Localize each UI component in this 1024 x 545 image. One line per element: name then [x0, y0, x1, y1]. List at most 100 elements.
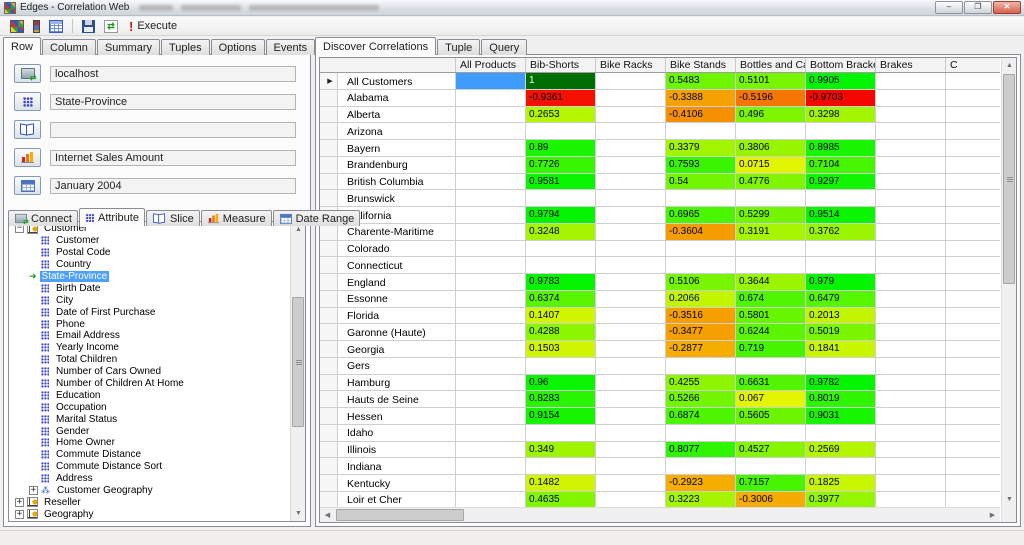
cell-bottom-brackets[interactable]: 0.9905 — [806, 73, 876, 90]
slice-button[interactable] — [14, 120, 41, 139]
cell-bottles-and-cages[interactable]: 0.5605 — [736, 408, 806, 425]
cell-bib-shorts[interactable]: 0.9794 — [526, 207, 596, 224]
grid-vertical-scrollbar[interactable]: ▲ ▼ — [1001, 58, 1016, 522]
tree-item-employee[interactable]: +Employee — [13, 520, 289, 521]
row-header-label[interactable]: Kentucky — [338, 475, 456, 492]
column-header-bike-racks[interactable]: Bike Racks — [596, 58, 666, 72]
tree-item-home-owner[interactable]: Home Owner — [13, 437, 289, 449]
cell-c[interactable] — [946, 475, 1000, 492]
row-indicator[interactable] — [320, 224, 338, 241]
row-header-label[interactable]: Illinois — [338, 442, 456, 459]
row-indicator[interactable] — [320, 123, 338, 140]
cell-bottom-brackets[interactable]: 0.8019 — [806, 391, 876, 408]
cell-bike-stands[interactable]: -0.3604 — [666, 224, 736, 241]
cell-bib-shorts[interactable]: 0.9581 — [526, 174, 596, 191]
cell-bike-stands[interactable] — [666, 425, 736, 442]
cell-bike-racks[interactable] — [596, 107, 666, 124]
tree-item-postal-code[interactable]: Postal Code — [13, 247, 289, 259]
cell-bottom-brackets[interactable] — [806, 241, 876, 258]
cell-c[interactable] — [946, 90, 1000, 107]
row-header-label[interactable]: Indiana — [338, 458, 456, 475]
row-header-label[interactable]: Colorado — [338, 241, 456, 258]
cell-bike-racks[interactable] — [596, 140, 666, 157]
cell-bike-racks[interactable] — [596, 274, 666, 291]
cell-brakes[interactable] — [876, 140, 946, 157]
cell-all-products[interactable] — [456, 157, 526, 174]
cell-bib-shorts[interactable]: 0.9783 — [526, 274, 596, 291]
row-indicator[interactable] — [320, 358, 338, 375]
cell-c[interactable] — [946, 358, 1000, 375]
cell-bottom-brackets[interactable]: 0.3977 — [806, 492, 876, 507]
tree-scroll-thumb[interactable] — [292, 297, 304, 427]
cell-bike-racks[interactable] — [596, 391, 666, 408]
row-indicator[interactable] — [320, 257, 338, 274]
cell-brakes[interactable] — [876, 207, 946, 224]
cell-bottom-brackets[interactable]: 0.9031 — [806, 408, 876, 425]
measure-button[interactable] — [14, 148, 41, 167]
cell-all-products[interactable] — [456, 291, 526, 308]
cell-c[interactable] — [946, 207, 1000, 224]
cell-bottles-and-cages[interactable]: 0.0715 — [736, 157, 806, 174]
row-indicator[interactable] — [320, 391, 338, 408]
cell-bib-shorts[interactable]: 0.6374 — [526, 291, 596, 308]
scroll-down-icon[interactable]: ▼ — [1002, 492, 1017, 507]
row-header-label[interactable]: Garonne (Haute) — [338, 324, 456, 341]
cell-bottom-brackets[interactable]: 0.1825 — [806, 475, 876, 492]
cell-bike-stands[interactable] — [666, 190, 736, 207]
cell-bottles-and-cages[interactable]: 0.5299 — [736, 207, 806, 224]
cell-bike-racks[interactable] — [596, 358, 666, 375]
cell-bib-shorts[interactable] — [526, 123, 596, 140]
tree-item-gender[interactable]: Gender — [13, 425, 289, 437]
cell-all-products[interactable] — [456, 358, 526, 375]
cell-brakes[interactable] — [876, 341, 946, 358]
cell-all-products[interactable] — [456, 324, 526, 341]
cell-bottom-brackets[interactable]: 0.8985 — [806, 140, 876, 157]
measure-field[interactable]: Internet Sales Amount — [50, 150, 296, 166]
cell-bottom-brackets[interactable]: 0.5019 — [806, 324, 876, 341]
cell-bib-shorts[interactable]: 0.8283 — [526, 391, 596, 408]
row-indicator[interactable] — [320, 425, 338, 442]
cell-c[interactable] — [946, 274, 1000, 291]
date-button[interactable] — [14, 176, 41, 195]
cell-bottles-and-cages[interactable]: 0.6631 — [736, 375, 806, 392]
cell-bike-racks[interactable] — [596, 408, 666, 425]
subtab-connect[interactable]: Connect — [8, 210, 78, 226]
cell-all-products[interactable] — [456, 492, 526, 507]
cell-bib-shorts[interactable]: 0.349 — [526, 442, 596, 459]
cell-bike-stands[interactable] — [666, 241, 736, 258]
cell-bib-shorts[interactable]: 0.3248 — [526, 224, 596, 241]
cell-c[interactable] — [946, 442, 1000, 459]
cell-brakes[interactable] — [876, 308, 946, 325]
cell-bike-racks[interactable] — [596, 492, 666, 507]
cell-bib-shorts[interactable] — [526, 257, 596, 274]
slim-view-button[interactable] — [31, 19, 42, 34]
cell-bike-racks[interactable] — [596, 73, 666, 90]
cell-bike-stands[interactable]: -0.3477 — [666, 324, 736, 341]
tree-vertical-scrollbar[interactable]: ▲ ▼ — [290, 222, 305, 521]
cell-brakes[interactable] — [876, 107, 946, 124]
cell-c[interactable] — [946, 190, 1000, 207]
row-indicator[interactable] — [320, 291, 338, 308]
cell-bottles-and-cages[interactable]: 0.719 — [736, 341, 806, 358]
cell-bike-stands[interactable] — [666, 257, 736, 274]
subtab-slice[interactable]: Slice — [146, 210, 200, 226]
cell-bib-shorts[interactable]: 0.4635 — [526, 492, 596, 507]
cell-bib-shorts[interactable] — [526, 425, 596, 442]
cell-bike-racks[interactable] — [596, 475, 666, 492]
cell-bike-stands[interactable]: 0.2066 — [666, 291, 736, 308]
tree-item-customer[interactable]: Customer — [13, 235, 289, 247]
tab-row[interactable]: Row — [3, 37, 41, 55]
expand-icon[interactable]: + — [29, 486, 38, 495]
cell-c[interactable] — [946, 73, 1000, 90]
cell-bottles-and-cages[interactable]: 0.3806 — [736, 140, 806, 157]
row-indicator[interactable] — [320, 442, 338, 459]
cell-c[interactable] — [946, 308, 1000, 325]
column-header-brakes[interactable]: Brakes — [876, 58, 946, 72]
cell-bike-racks[interactable] — [596, 90, 666, 107]
cell-bottles-and-cages[interactable] — [736, 358, 806, 375]
cell-bike-stands[interactable]: 0.3379 — [666, 140, 736, 157]
cell-all-products[interactable] — [456, 442, 526, 459]
cell-c[interactable] — [946, 257, 1000, 274]
cell-c[interactable] — [946, 408, 1000, 425]
row-indicator[interactable] — [320, 341, 338, 358]
